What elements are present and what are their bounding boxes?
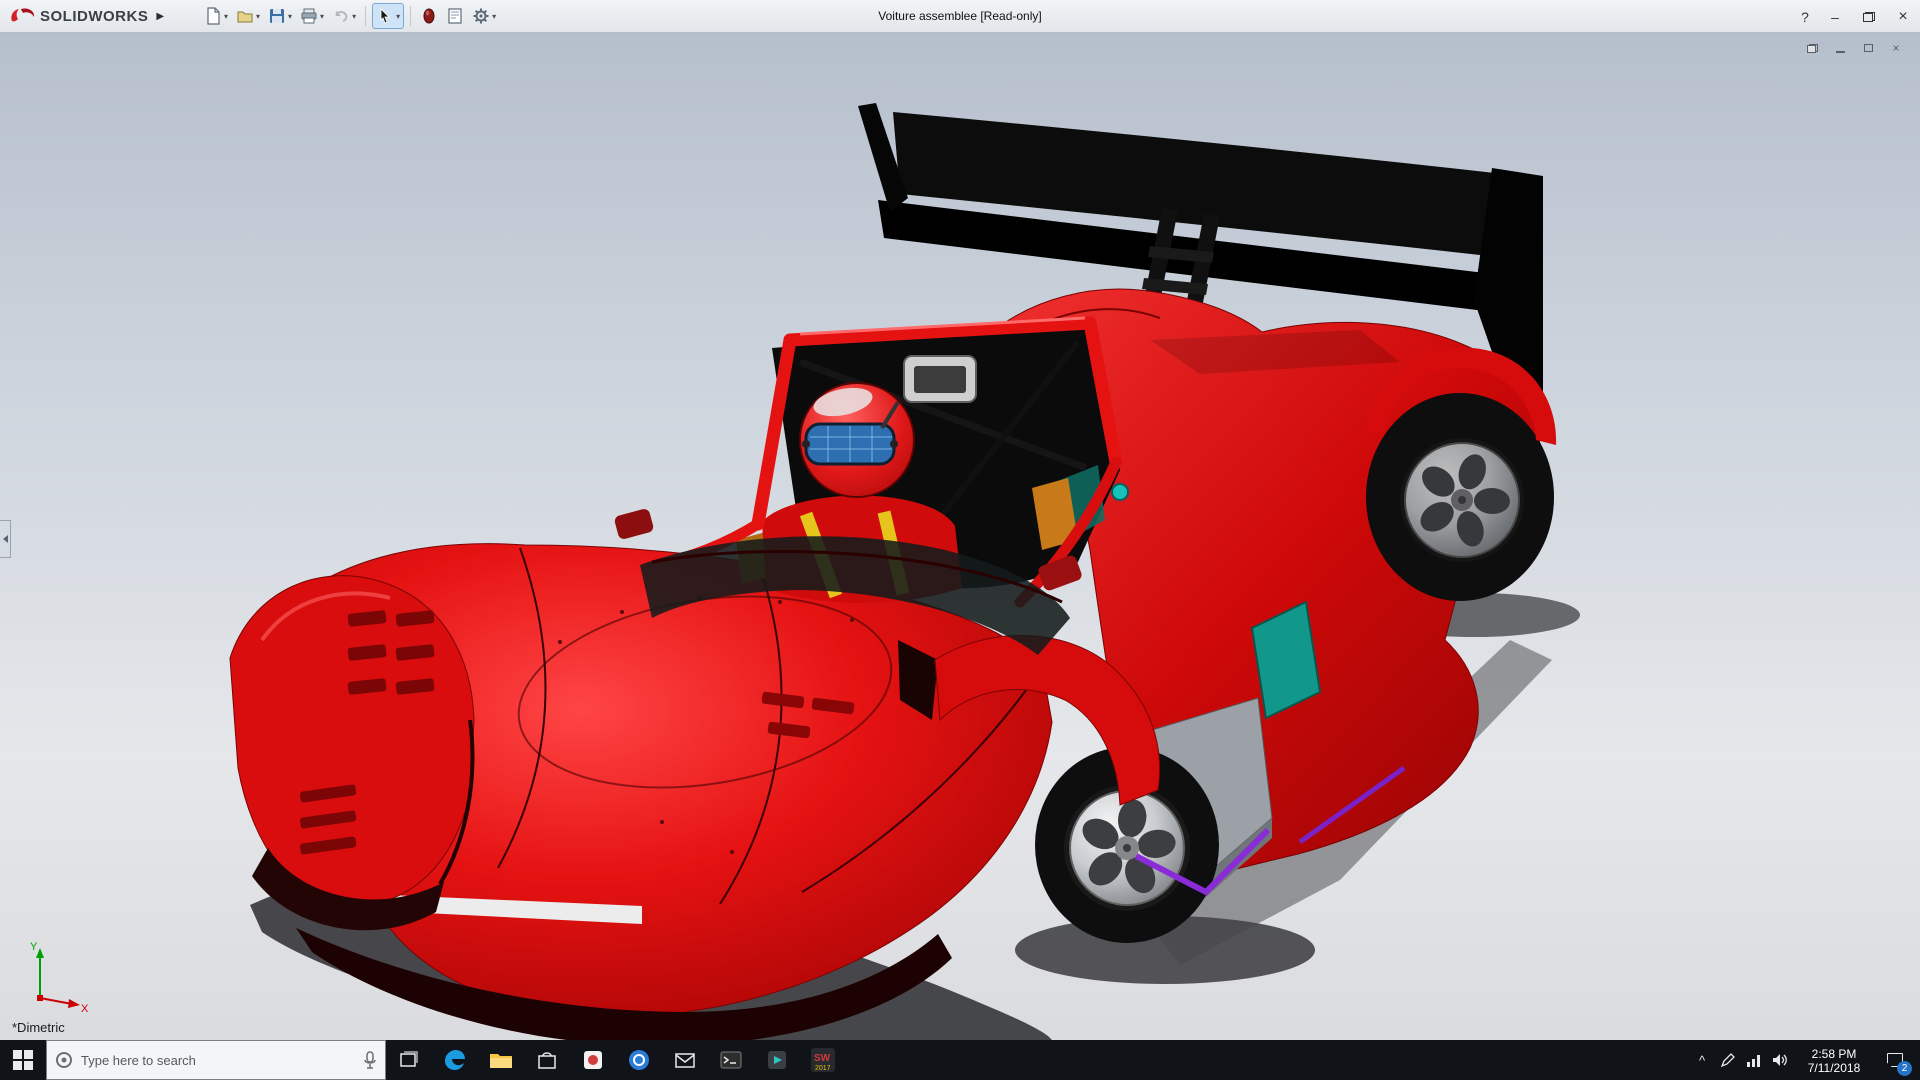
file-explorer-icon — [488, 1047, 514, 1073]
taskbar-app-file-explorer[interactable] — [478, 1040, 524, 1080]
system-tray: ^ 2:58 PM 7/11/2018 2 — [1689, 1040, 1920, 1080]
taskbar-app-red[interactable] — [570, 1040, 616, 1080]
taskbar-clock[interactable]: 2:58 PM 7/11/2018 — [1793, 1045, 1875, 1075]
open-button[interactable]: ▾ — [233, 3, 263, 29]
gear-icon — [472, 7, 490, 25]
undo-button[interactable]: ▾ — [329, 3, 359, 29]
sheet-format-icon — [446, 7, 464, 25]
brand-mark-icon — [10, 7, 36, 25]
edge-icon — [442, 1047, 468, 1073]
close-button[interactable]: × — [1886, 0, 1920, 33]
action-center-button[interactable]: 2 — [1875, 1040, 1915, 1080]
dropdown-caret-icon[interactable]: ▾ — [224, 12, 228, 21]
cortana-icon — [55, 1051, 73, 1069]
collapse-arrow-icon — [3, 535, 8, 543]
new-document-button[interactable]: ▾ — [201, 3, 231, 29]
windows-taskbar: Type here to search — [0, 1040, 1920, 1080]
document-restore-button[interactable] — [1802, 40, 1822, 56]
restore-icon — [1863, 12, 1875, 22]
terminal-icon — [719, 1048, 743, 1072]
save-icon — [268, 7, 286, 25]
save-button[interactable]: ▾ — [265, 3, 295, 29]
clock-date: 7/11/2018 — [1793, 1061, 1875, 1075]
dropdown-caret-icon[interactable]: ▾ — [352, 12, 356, 21]
microphone-icon[interactable] — [363, 1051, 377, 1069]
view-orientation-label: *Dimetric — [12, 1020, 65, 1035]
appearance-icon — [420, 7, 438, 25]
taskbar-app-terminal[interactable] — [708, 1040, 754, 1080]
restore-button[interactable] — [1852, 0, 1886, 33]
store-icon — [535, 1048, 559, 1072]
options-button[interactable]: ▾ — [469, 3, 499, 29]
volume-tray-icon[interactable] — [1767, 1052, 1793, 1068]
triad-x-label: X — [81, 1003, 89, 1015]
solidworks-2017-icon: SW 2017 — [810, 1047, 836, 1073]
minimize-icon — [1836, 51, 1845, 53]
brand-name: SOLIDWORKS — [40, 8, 148, 25]
document-window-controls: × — [1802, 40, 1906, 56]
task-view-button[interactable] — [386, 1040, 432, 1080]
menu-flyout-icon[interactable]: ▶ — [156, 11, 164, 22]
solidworks-window: SOLIDWORKS ▶ ▾ ▾ — [0, 0, 1920, 1080]
select-button[interactable]: ▾ — [372, 3, 404, 29]
print-button[interactable]: ▾ — [297, 3, 327, 29]
taskbar-app-blue[interactable] — [616, 1040, 662, 1080]
reference-triad: Y X — [22, 936, 94, 1016]
taskbar-app-dark[interactable] — [754, 1040, 800, 1080]
dropdown-caret-icon[interactable]: ▾ — [320, 12, 324, 21]
help-button[interactable]: ? — [1792, 0, 1818, 33]
red-app-icon — [581, 1048, 605, 1072]
document-maximize-button[interactable] — [1858, 40, 1878, 56]
minimize-button[interactable]: – — [1818, 0, 1852, 33]
window-controls: ? – × — [1792, 0, 1920, 33]
sw-app-letters: SW — [814, 1053, 831, 1064]
maximize-icon — [1864, 44, 1873, 52]
pen-tray-icon[interactable] — [1715, 1052, 1741, 1068]
document-close-button[interactable]: × — [1886, 40, 1906, 56]
toolbar-separator — [410, 6, 411, 26]
main-toolbar: ▾ ▾ ▾ — [201, 3, 499, 29]
dropdown-caret-icon[interactable]: ▾ — [288, 12, 292, 21]
print-icon — [300, 7, 318, 25]
taskbar-app-solidworks-2017[interactable]: SW 2017 — [800, 1040, 846, 1080]
windows-logo-icon — [12, 1049, 34, 1071]
clock-time: 2:58 PM — [1793, 1047, 1875, 1061]
dark-app-icon — [765, 1048, 789, 1072]
solidworks-logo[interactable]: SOLIDWORKS ▶ — [0, 7, 185, 25]
taskbar-app-store[interactable] — [524, 1040, 570, 1080]
notification-badge: 2 — [1897, 1061, 1912, 1076]
restore-icon — [1807, 44, 1818, 53]
triad-y-label: Y — [30, 941, 38, 953]
search-placeholder: Type here to search — [81, 1053, 355, 1068]
3d-viewport[interactable] — [0, 0, 1920, 1080]
dropdown-caret-icon[interactable]: ▾ — [396, 12, 400, 21]
hidden-icons-button[interactable]: ^ — [1689, 1053, 1715, 1068]
mail-icon — [673, 1048, 697, 1072]
blue-circle-app-icon — [627, 1048, 651, 1072]
dropdown-caret-icon[interactable]: ▾ — [492, 12, 496, 21]
taskbar-app-edge[interactable] — [432, 1040, 478, 1080]
document-minimize-button[interactable] — [1830, 40, 1850, 56]
undo-icon — [332, 7, 350, 25]
task-view-icon — [398, 1049, 420, 1071]
sw-app-year: 2017 — [815, 1065, 831, 1072]
taskbar-search[interactable]: Type here to search — [46, 1040, 386, 1080]
appearance-button[interactable] — [417, 3, 441, 29]
new-document-icon — [204, 7, 222, 25]
toolbar-separator — [365, 6, 366, 26]
start-button[interactable] — [0, 1040, 46, 1080]
network-tray-icon[interactable] — [1741, 1052, 1767, 1068]
title-bar: SOLIDWORKS ▶ ▾ ▾ — [0, 0, 1920, 33]
select-cursor-icon — [376, 7, 394, 25]
feature-panel-collapse-tab[interactable] — [0, 520, 11, 558]
open-icon — [236, 7, 254, 25]
dropdown-caret-icon[interactable]: ▾ — [256, 12, 260, 21]
taskbar-app-mail[interactable] — [662, 1040, 708, 1080]
sheet-format-button[interactable] — [443, 3, 467, 29]
